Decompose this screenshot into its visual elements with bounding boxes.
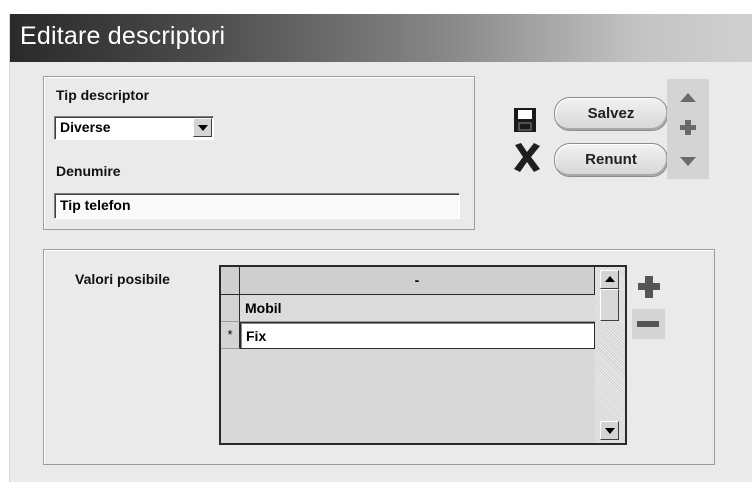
dropdown-button[interactable] bbox=[193, 118, 212, 137]
denumire-value: Tip telefon bbox=[60, 197, 131, 213]
scroll-up-button[interactable] bbox=[600, 270, 619, 289]
x-mark-icon bbox=[514, 143, 540, 172]
arrow-up-icon[interactable] bbox=[680, 93, 696, 102]
table-row[interactable]: Mobil bbox=[240, 295, 595, 322]
denumire-label: Denumire bbox=[56, 163, 121, 179]
floppy-disk-icon bbox=[514, 108, 536, 132]
add-value-plus-icon[interactable] bbox=[634, 272, 664, 302]
scroll-down-icon bbox=[605, 428, 615, 434]
vertical-scrollbar[interactable] bbox=[595, 267, 625, 443]
valori-posibile-label: Valori posibile bbox=[75, 271, 170, 287]
plus-icon[interactable] bbox=[678, 117, 698, 137]
select-all-corner[interactable] bbox=[221, 267, 240, 295]
column-header[interactable]: - bbox=[240, 267, 595, 295]
tip-descriptor-select[interactable]: Diverse bbox=[54, 116, 214, 140]
table-row[interactable]: Fix bbox=[240, 322, 595, 349]
arrow-down-icon[interactable] bbox=[680, 157, 696, 166]
renunt-button[interactable]: Renunt bbox=[554, 143, 668, 177]
remove-value-minus-icon[interactable] bbox=[632, 309, 665, 339]
salvez-button[interactable]: Salvez bbox=[554, 97, 668, 131]
tip-descriptor-label: Tip descriptor bbox=[56, 87, 150, 103]
record-navigation bbox=[667, 79, 709, 179]
minus-bar bbox=[637, 321, 659, 327]
chevron-down-icon bbox=[198, 125, 208, 131]
denumire-input[interactable]: Tip telefon bbox=[54, 193, 460, 219]
row-selector[interactable] bbox=[221, 295, 240, 322]
scroll-down-button[interactable] bbox=[600, 421, 619, 440]
scroll-up-icon bbox=[605, 276, 615, 282]
window-title: Editare descriptori bbox=[20, 22, 226, 50]
tip-descriptor-value: Diverse bbox=[60, 119, 111, 135]
row-selector[interactable]: * bbox=[221, 322, 240, 349]
scroll-thumb[interactable] bbox=[600, 289, 619, 321]
valori-grid[interactable]: - Mobil * Fix bbox=[219, 265, 627, 445]
title-bar: Editare descriptori bbox=[10, 14, 752, 62]
